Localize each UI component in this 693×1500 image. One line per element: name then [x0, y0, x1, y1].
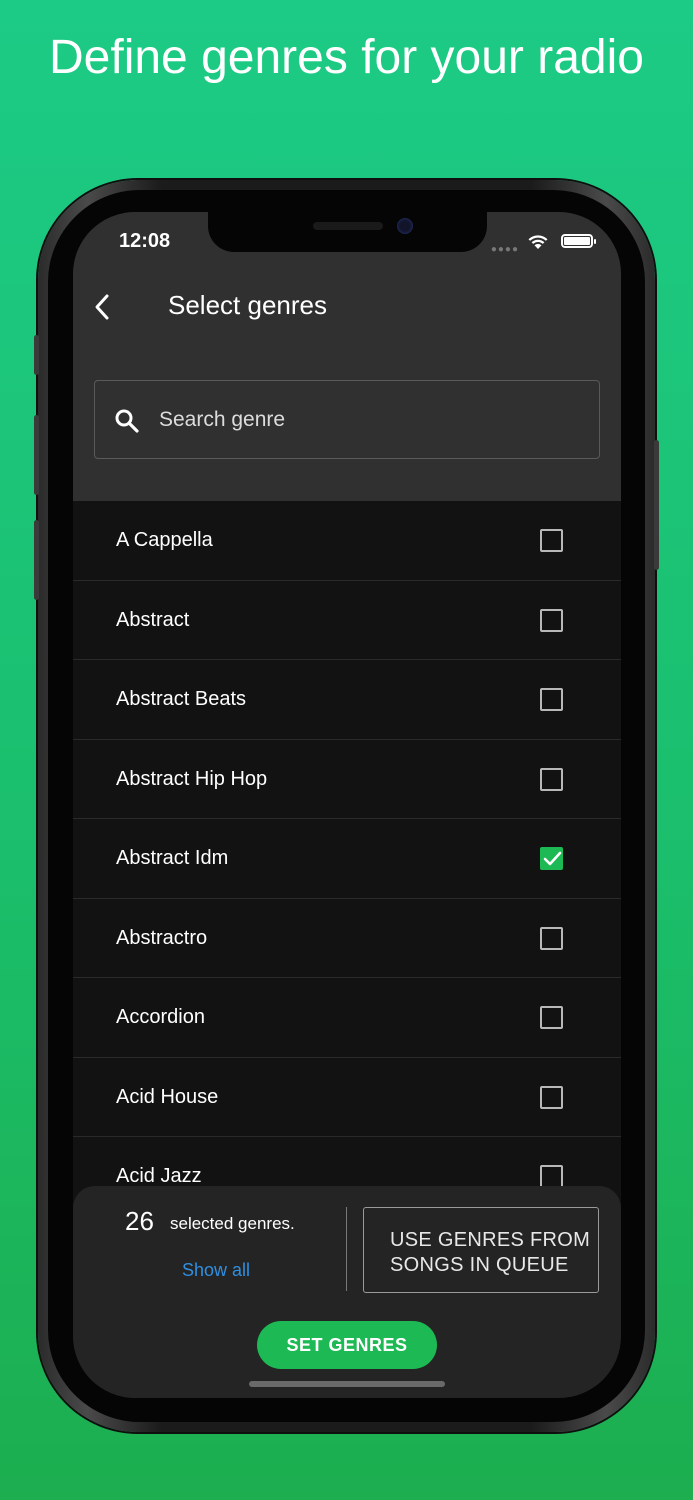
- selected-count: 26: [125, 1206, 154, 1236]
- genre-label: Abstract Hip Hop: [116, 767, 268, 790]
- genre-list: A Cappella Abstract Abstract Beats Abstr…: [73, 501, 621, 1217]
- home-indicator: [249, 1381, 445, 1387]
- notch: [208, 212, 487, 252]
- checkmark-icon: [543, 851, 562, 866]
- genre-label: Abstract Idm: [116, 847, 229, 869]
- headline: Define genres for your radio: [49, 31, 644, 84]
- genre-checkbox[interactable]: [540, 688, 563, 711]
- genre-label: Accordion: [116, 1006, 205, 1028]
- genre-row-abstract-beats[interactable]: Abstract Beats: [73, 660, 621, 740]
- back-arrow-icon[interactable]: [91, 292, 115, 322]
- genre-checkbox[interactable]: [540, 1085, 563, 1109]
- genre-checkbox[interactable]: [540, 767, 563, 791]
- wifi-icon: [528, 235, 548, 249]
- show-all-link[interactable]: Show all: [182, 1260, 250, 1281]
- genre-checkbox[interactable]: [540, 1165, 563, 1188]
- camera-icon: [397, 218, 413, 234]
- genre-row-abstractro[interactable]: Abstractro: [73, 898, 621, 978]
- genre-checkbox-checked[interactable]: [540, 847, 563, 870]
- selected-count-label: selected genres.: [170, 1214, 295, 1233]
- phone-screen: 12:08 ●●●● Select genres A Cappella: [73, 212, 621, 1398]
- divider: [346, 1207, 347, 1291]
- search-icon: [115, 409, 139, 433]
- genre-row-abstract-idm[interactable]: Abstract Idm: [73, 819, 621, 899]
- app-bar: 12:08 ●●●● Select genres: [73, 212, 621, 501]
- volume-down-button: [34, 520, 39, 600]
- search-input[interactable]: [159, 381, 579, 458]
- genre-checkbox[interactable]: [540, 926, 563, 950]
- genre-row-abstract[interactable]: Abstract: [73, 580, 621, 660]
- genre-row-acid-house[interactable]: Acid House: [73, 1057, 621, 1137]
- genre-row-abstract-hip-hop[interactable]: Abstract Hip Hop: [73, 739, 621, 819]
- genre-checkbox[interactable]: [540, 1006, 563, 1029]
- mute-switch: [34, 335, 39, 375]
- genre-label: Abstract: [116, 608, 190, 631]
- power-button: [654, 440, 659, 570]
- genre-row-accordion[interactable]: Accordion: [73, 978, 621, 1058]
- genre-checkbox[interactable]: [540, 608, 563, 632]
- search-field[interactable]: [94, 380, 600, 459]
- signal-icon: ●●●●: [490, 244, 519, 255]
- volume-up-button: [34, 415, 39, 495]
- genre-label: Acid House: [116, 1085, 219, 1108]
- genre-checkbox[interactable]: [540, 529, 563, 552]
- genre-label: A Cappella: [116, 529, 213, 551]
- status-time: 12:08: [119, 230, 171, 252]
- genre-row-a-cappella[interactable]: A Cappella: [73, 501, 621, 581]
- battery-icon: [561, 234, 596, 248]
- selection-footer: 26 selected genres. Show all USE GENRES …: [73, 1186, 621, 1398]
- use-queue-genres-button[interactable]: USE GENRES FROM SONGS IN QUEUE: [363, 1207, 599, 1293]
- page-title: Select genres: [168, 290, 327, 320]
- genre-label: Abstractro: [116, 926, 208, 949]
- genre-label: Abstract Beats: [116, 688, 247, 710]
- set-genres-button[interactable]: SET GENRES: [257, 1321, 437, 1369]
